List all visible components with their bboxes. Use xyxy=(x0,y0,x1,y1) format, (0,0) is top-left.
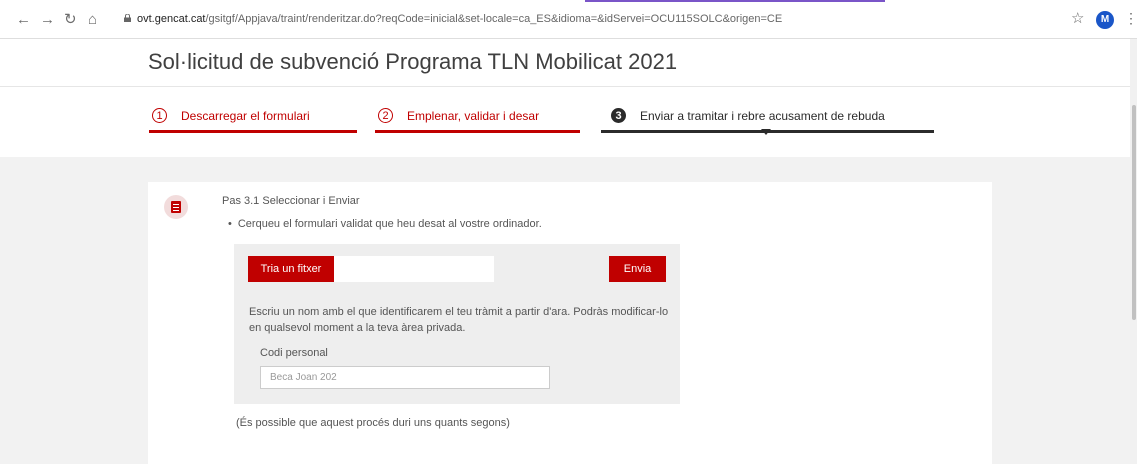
page-header: Sol·licitud de subvenció Programa TLN Mo… xyxy=(0,39,1130,157)
page-title: Sol·licitud de subvenció Programa TLN Mo… xyxy=(148,49,678,74)
header-divider xyxy=(0,86,1130,87)
reload-icon[interactable]: ↻ xyxy=(64,12,77,28)
step-title: Pas 3.1 Seleccionar i Enviar xyxy=(222,195,360,207)
scrollbar-thumb[interactable] xyxy=(1132,105,1136,320)
identifier-description: Escriu un nom amb el que identificarem e… xyxy=(249,306,669,334)
step-label: Descarregar el formulari xyxy=(181,109,310,123)
menu-icon[interactable]: ⋮ xyxy=(1124,10,1137,27)
step-number: 1 xyxy=(152,108,167,123)
step-underline xyxy=(149,130,357,133)
personal-code-label: Codi personal xyxy=(260,347,328,359)
active-step-caret xyxy=(761,129,771,135)
step-label: Enviar a tramitar i rebre acusament de r… xyxy=(640,109,885,123)
choose-file-button[interactable]: Tria un fitxer xyxy=(248,256,334,282)
forward-icon[interactable]: → xyxy=(40,12,55,28)
personal-code-input[interactable] xyxy=(260,366,550,389)
document-icon xyxy=(164,195,188,219)
step-label: Emplenar, validar i desar xyxy=(407,109,540,123)
url-path: /gsitgf/Appjava/traint/renderitzar.do?re… xyxy=(205,13,783,25)
instruction-bullet: Cerqueu el formulari validat que heu des… xyxy=(228,218,542,230)
upload-panel: Tria un fitxer Envia Escriu un nom amb e… xyxy=(234,244,680,404)
address-bar[interactable]: ovt.gencat.cat/gsitgf/Appjava/traint/ren… xyxy=(137,13,782,25)
selected-file-field[interactable] xyxy=(334,256,494,282)
lock-icon xyxy=(124,14,131,22)
star-icon[interactable]: ☆ xyxy=(1071,9,1084,27)
step-underline xyxy=(375,130,580,133)
send-button[interactable]: Envia xyxy=(609,256,666,282)
processing-note: (És possible que aquest procés duri uns … xyxy=(236,417,510,429)
back-icon[interactable]: ← xyxy=(16,12,31,28)
form-card: Pas 3.1 Seleccionar i Enviar Cerqueu el … xyxy=(148,182,992,464)
page-scrollbar[interactable] xyxy=(1130,39,1137,464)
step-number: 3 xyxy=(611,108,626,123)
browser-toolbar: ← → ↻ ⌂ ovt.gencat.cat/gsitgf/Appjava/tr… xyxy=(0,2,1137,39)
home-icon[interactable]: ⌂ xyxy=(88,12,97,28)
profile-avatar[interactable]: M xyxy=(1096,11,1114,29)
step-number: 2 xyxy=(378,108,393,123)
url-domain: ovt.gencat.cat xyxy=(137,13,206,25)
